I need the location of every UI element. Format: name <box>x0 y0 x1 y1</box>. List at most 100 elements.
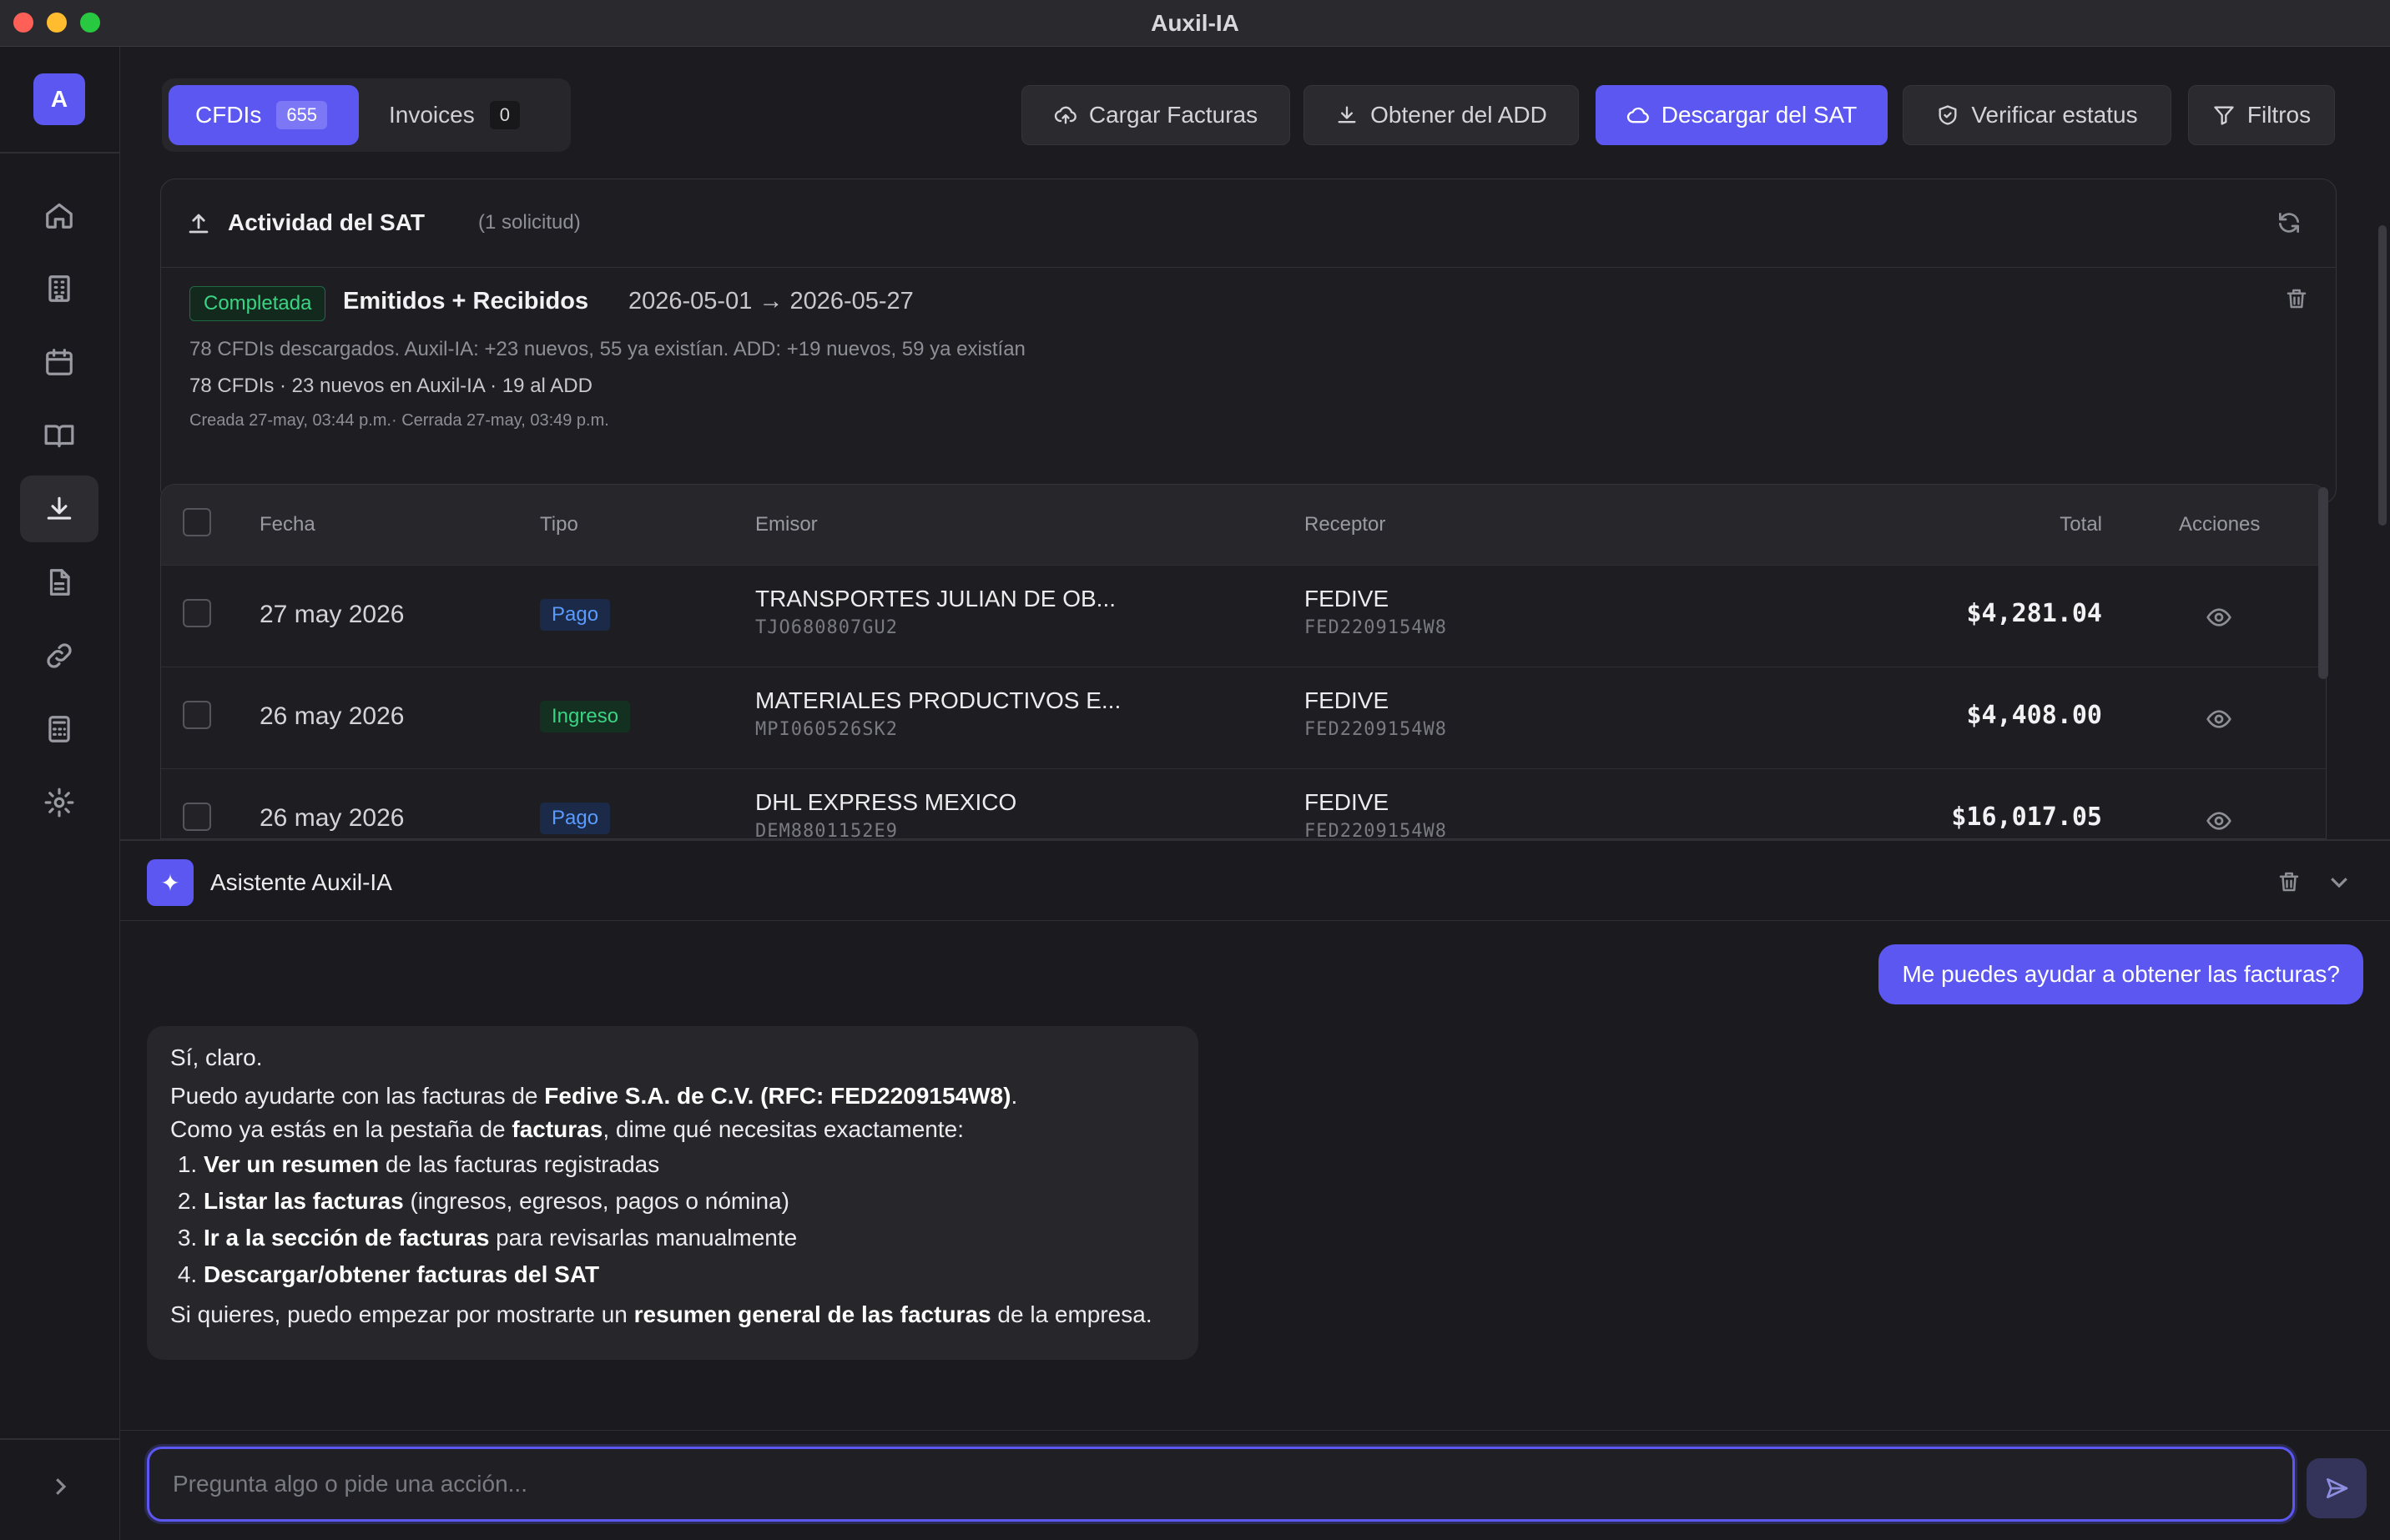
row-emisor: MATERIALES PRODUCTIVOS E... MPI060526SK2 <box>755 687 1121 740</box>
sat-activity-title: Actividad del SAT <box>228 209 425 235</box>
upload-icon <box>186 211 211 240</box>
tab-invoices[interactable]: Invoices 0 <box>372 85 556 145</box>
verificar-estatus-button[interactable]: Verificar estatus <box>1903 85 2171 145</box>
tab-invoices-label: Invoices <box>389 102 475 128</box>
cargar-facturas-button[interactable]: Cargar Facturas <box>1021 85 1290 145</box>
descargar-sat-button[interactable]: Descargar del SAT <box>1596 85 1888 145</box>
row-emisor: DHL EXPRESS MEXICO DEM8801152E9 <box>755 789 1016 838</box>
sparkle-icon: ✦ <box>147 859 194 906</box>
chat-input[interactable] <box>149 1449 2292 1519</box>
select-all-checkbox[interactable] <box>183 508 211 536</box>
clear-chat-button[interactable] <box>2277 869 2302 898</box>
row-fecha: 26 may 2026 <box>260 702 405 730</box>
receptor-name: FEDIVE <box>1304 687 1389 713</box>
header-emisor[interactable]: Emisor <box>755 513 818 536</box>
sidebar-item-home[interactable] <box>20 182 98 249</box>
eye-icon <box>2206 608 2231 627</box>
trash-icon <box>2279 872 2299 892</box>
obtener-add-button[interactable]: Obtener del ADD <box>1303 85 1579 145</box>
filtros-button[interactable]: Filtros <box>2188 85 2335 145</box>
row-receptor: FEDIVE FED2209154W8 <box>1304 789 1447 839</box>
table-row[interactable]: 26 may 2026 Ingreso MATERIALES PRODUCTIV… <box>161 667 2326 768</box>
descargar-sat-label: Descargar del SAT <box>1661 102 1858 128</box>
send-button[interactable] <box>2307 1458 2367 1518</box>
row-receptor: FEDIVE FED2209154W8 <box>1304 687 1447 740</box>
sidebar-item-downloads[interactable] <box>20 476 98 542</box>
view-button[interactable] <box>2206 706 2232 737</box>
cargar-facturas-label: Cargar Facturas <box>1088 102 1258 128</box>
sidebar-item-companies[interactable] <box>20 255 98 322</box>
emisor-rfc: MPI060526SK2 <box>755 719 898 740</box>
sidebar-item-books[interactable] <box>20 402 98 469</box>
view-button[interactable] <box>2206 808 2232 838</box>
expand-sidebar-button[interactable] <box>42 1468 78 1505</box>
obtener-add-label: Obtener del ADD <box>1370 102 1547 128</box>
sidebar-divider <box>0 152 120 153</box>
sidebar-item-links[interactable] <box>20 622 98 689</box>
list-item: Ver un resumen de las facturas registrad… <box>204 1146 1175 1183</box>
sidebar-item-settings[interactable] <box>20 769 98 836</box>
bot-line-1: Sí, claro. <box>170 1044 263 1070</box>
receptor-name: FEDIVE <box>1304 789 1389 815</box>
receptor-rfc: FED2209154W8 <box>1304 821 1447 839</box>
home-icon <box>46 203 73 229</box>
row-checkbox[interactable] <box>183 803 211 831</box>
list-item: Ir a la sección de facturas para revisar… <box>204 1220 1175 1256</box>
bot-line-2: Puedo ayudarte con las facturas de Fediv… <box>170 1083 1018 1109</box>
sat-activity-card: Actividad del SAT (1 solicitud) Completa… <box>160 179 2337 504</box>
cloud-upload-icon <box>1054 106 1077 124</box>
header-fecha[interactable]: Fecha <box>260 513 315 536</box>
request-timestamps: Creada 27-may, 03:44 p.m.· Cerrada 27-ma… <box>189 411 609 430</box>
tipo-badge: Pago <box>540 599 611 631</box>
tab-cfdis[interactable]: CFDIs 655 <box>169 85 359 145</box>
page-scrollbar[interactable] <box>2378 225 2387 526</box>
list-item: Listar las facturas (ingresos, egresos, … <box>204 1183 1175 1220</box>
header-tipo[interactable]: Tipo <box>540 513 578 536</box>
sidebar-item-documents[interactable] <box>20 549 98 616</box>
sidebar-item-calendar[interactable] <box>20 329 98 395</box>
table-row[interactable]: 27 may 2026 Pago TRANSPORTES JULIAN DE O… <box>161 565 2326 667</box>
row-checkbox[interactable] <box>183 701 211 729</box>
table-scrollbar[interactable] <box>2318 487 2328 679</box>
list-item: Descargar/obtener facturas del SAT <box>204 1256 1175 1293</box>
calculator-icon <box>48 716 70 742</box>
assistant-panel: ✦ Asistente Auxil-IA Me puedes ayudar a … <box>120 839 2390 1540</box>
calendar-icon <box>46 349 73 375</box>
refresh-button[interactable] <box>2276 209 2302 240</box>
window-title: Auxil-IA <box>1151 10 1239 36</box>
view-button[interactable] <box>2206 604 2232 635</box>
tab-invoices-count: 0 <box>489 101 520 129</box>
header-receptor[interactable]: Receptor <box>1304 513 1385 536</box>
sat-activity-header: Actividad del SAT (1 solicitud) <box>161 179 2336 268</box>
input-divider <box>120 1430 2390 1431</box>
trash-icon <box>2287 289 2307 309</box>
filtros-label: Filtros <box>2246 102 2312 128</box>
bot-options-list: Ver un resumen de las facturas registrad… <box>179 1146 1175 1293</box>
assistant-message: Sí, claro. Puedo ayudarte con las factur… <box>147 1026 1198 1360</box>
sidebar: A <box>0 47 120 1540</box>
verificar-estatus-label: Verificar estatus <box>1971 102 2138 128</box>
refresh-icon <box>2279 212 2299 233</box>
header-total[interactable]: Total <box>2060 513 2102 536</box>
status-badge: Completada <box>189 286 326 321</box>
sidebar-item-calculator[interactable] <box>20 696 98 762</box>
table-header: Fecha Tipo Emisor Receptor Total Accione… <box>161 485 2326 565</box>
avatar[interactable]: A <box>33 73 85 125</box>
request-date-range: 2026-05-01 → 2026-05-27 <box>628 288 914 315</box>
delete-request-button[interactable] <box>2284 286 2309 315</box>
request-counts: 78 CFDIs · 23 nuevos en Auxil-IA · 19 al… <box>189 375 592 397</box>
row-checkbox[interactable] <box>183 599 211 627</box>
receptor-rfc: FED2209154W8 <box>1304 719 1447 740</box>
tipo-badge: Ingreso <box>540 701 631 732</box>
document-icon <box>49 569 70 596</box>
send-icon <box>2327 1478 2348 1498</box>
row-total: $4,408.00 <box>1966 701 2102 730</box>
user-message: Me puedes ayudar a obtener las facturas? <box>1878 944 2363 1004</box>
collapse-assistant-button[interactable] <box>2327 869 2352 898</box>
table-row[interactable]: 26 may 2026 Pago DHL EXPRESS MEXICO DEM8… <box>161 768 2326 839</box>
cloud-icon <box>1626 107 1649 123</box>
main-content: CFDIs 655 Invoices 0 Cargar Facturas Obt… <box>120 47 2390 839</box>
receptor-name: FEDIVE <box>1304 586 1389 611</box>
title-bar: Auxil-IA <box>0 0 2390 47</box>
row-fecha: 27 may 2026 <box>260 601 405 628</box>
